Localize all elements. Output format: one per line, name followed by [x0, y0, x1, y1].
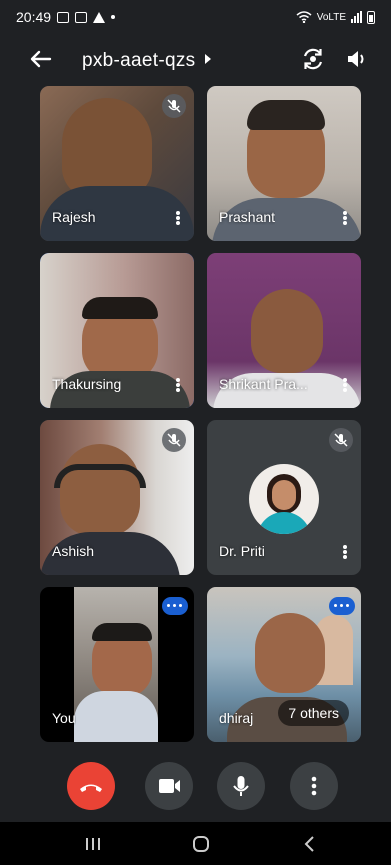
participant-options-icon[interactable] — [176, 211, 180, 225]
participant-tile[interactable]: dhiraj 7 others — [207, 587, 361, 742]
recent-apps-icon[interactable] — [84, 836, 102, 852]
back-arrow-icon[interactable] — [28, 46, 54, 72]
network-type: VoLTE — [316, 11, 346, 23]
meeting-header: pxb-aaet-qzs — [0, 38, 391, 82]
participant-face — [62, 98, 152, 198]
participant-name: Rajesh — [52, 209, 96, 225]
participant-name: Dr. Priti — [219, 543, 265, 559]
more-options-icon[interactable] — [329, 597, 355, 615]
status-bar: 20:49 VoLTE — [0, 0, 391, 34]
participant-options-icon[interactable] — [343, 545, 347, 559]
speaker-icon[interactable] — [344, 46, 370, 72]
home-icon[interactable] — [191, 834, 211, 854]
more-options-icon[interactable] — [162, 597, 188, 615]
battery-icon — [367, 10, 375, 24]
participant-name: Shrikant Pra... — [219, 376, 308, 392]
gallery-icon — [57, 11, 70, 23]
participant-face — [255, 613, 325, 693]
participant-hair — [247, 100, 325, 130]
others-count-badge[interactable]: 7 others — [278, 700, 349, 726]
end-call-button[interactable] — [67, 762, 115, 810]
participant-name: Thakursing — [52, 376, 122, 392]
participant-tile[interactable]: Rajesh — [40, 86, 194, 241]
participant-tile[interactable]: Dr. Priti — [207, 420, 361, 575]
warning-icon — [93, 11, 106, 23]
participant-face — [251, 289, 323, 373]
mic-off-icon — [162, 428, 186, 452]
video-camera-icon — [159, 779, 180, 793]
back-icon[interactable] — [302, 834, 316, 854]
switch-camera-icon[interactable] — [300, 46, 326, 72]
participant-name: Ashish — [52, 543, 95, 559]
participant-options-icon[interactable] — [343, 211, 347, 225]
more-options-button[interactable] — [290, 762, 338, 810]
participant-options-icon[interactable] — [343, 378, 347, 392]
participant-options-icon[interactable] — [176, 378, 180, 392]
participant-hair — [82, 297, 158, 319]
participant-tile[interactable]: Shrikant Pra... — [207, 253, 361, 408]
avatar — [249, 464, 319, 534]
status-time: 20:49 — [16, 9, 52, 25]
microphone-icon — [233, 776, 249, 796]
call-controls — [0, 760, 391, 812]
wifi-icon — [296, 11, 312, 23]
chevron-right-icon[interactable] — [205, 54, 211, 64]
self-view-tile[interactable]: You — [40, 587, 194, 742]
participant-name: Prashant — [219, 209, 276, 225]
participant-tile[interactable]: Prashant — [207, 86, 361, 241]
participant-headphones — [54, 464, 146, 488]
signal-icon — [351, 11, 362, 23]
participant-hair — [92, 623, 152, 641]
participant-body — [74, 691, 158, 742]
mic-off-icon — [329, 428, 353, 452]
camera-toggle-button[interactable] — [145, 762, 193, 810]
participant-tile[interactable]: Thakursing — [40, 253, 194, 408]
microphone-toggle-button[interactable] — [217, 762, 265, 810]
mic-off-icon — [162, 94, 186, 118]
meeting-code[interactable]: pxb-aaet-qzs — [82, 50, 195, 72]
more-notifications-icon — [111, 15, 116, 19]
participant-name: You — [52, 710, 76, 726]
notification-icon — [75, 11, 88, 23]
participant-face — [60, 444, 140, 536]
participant-name: dhiraj — [219, 710, 254, 726]
phone-hangup-icon — [80, 784, 102, 792]
participant-tile[interactable]: Ashish — [40, 420, 194, 575]
system-navigation-bar — [0, 822, 391, 865]
more-vert-icon — [311, 776, 317, 796]
